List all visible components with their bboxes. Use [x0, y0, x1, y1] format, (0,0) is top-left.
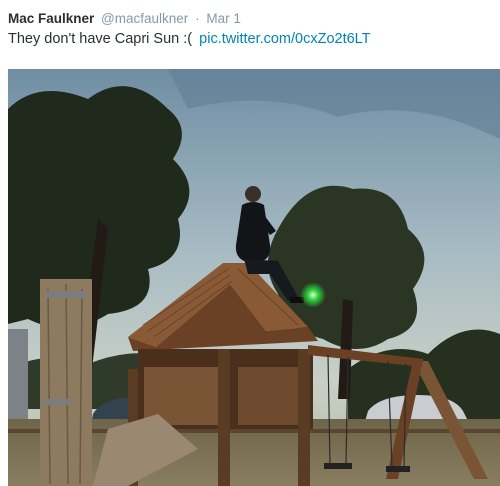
shed	[8, 329, 28, 419]
header-separator: ·	[195, 11, 200, 26]
tweet-card: Mac Faulkner @macfaulkner · Mar 1 They d…	[0, 0, 500, 486]
swing-seat-2	[386, 466, 410, 472]
tweet-photo[interactable]	[8, 69, 500, 486]
tweet-body: They don't have Capri Sun :(	[8, 31, 193, 47]
post-bracket-lower	[42, 399, 72, 405]
post-bracket	[46, 291, 86, 298]
author-handle[interactable]: @macfaulkner	[101, 11, 188, 26]
tweet-media-link[interactable]: pic.twitter.com/0cxZo2t6LT	[199, 31, 370, 47]
tweet-header: Mac Faulkner @macfaulkner · Mar 1	[8, 10, 241, 28]
tweet-timestamp[interactable]: Mar 1	[206, 11, 241, 26]
playground-photo	[8, 69, 500, 486]
fort-post-right	[298, 349, 310, 486]
green-light	[300, 282, 326, 308]
tweet-text: They don't have Capri Sun :( pic.twitter…	[8, 29, 371, 49]
fort-post-center	[218, 349, 230, 486]
fort-wall-right	[238, 367, 308, 425]
author-name[interactable]: Mac Faulkner	[8, 11, 94, 26]
swing-seat-1	[324, 463, 352, 469]
